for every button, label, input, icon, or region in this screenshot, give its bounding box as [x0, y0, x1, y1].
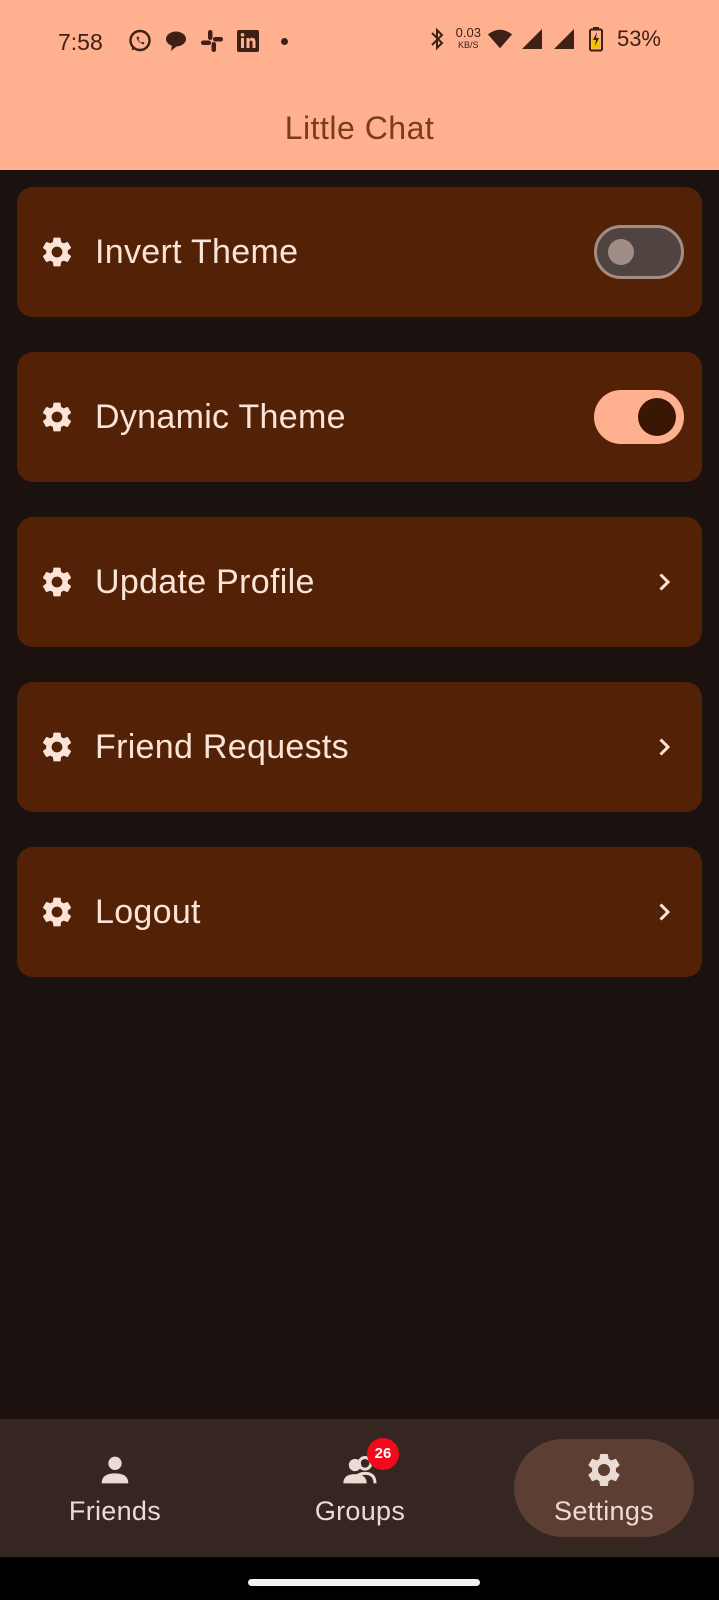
setting-label: Logout — [95, 892, 201, 931]
nav-settings[interactable]: Settings — [514, 1419, 694, 1557]
toggle-knob — [638, 398, 676, 436]
setting-label: Friend Requests — [95, 727, 349, 766]
net-speed-unit: KB/S — [458, 40, 479, 50]
status-bar: 7:58 0.03 KB/S 53% — [0, 0, 719, 86]
bluetooth-icon — [424, 26, 450, 52]
gear-icon — [39, 399, 75, 435]
nav-friends[interactable]: Friends — [45, 1419, 185, 1557]
signal-icon-2 — [551, 26, 577, 52]
status-indicators: 0.03 KB/S 53% — [424, 26, 661, 52]
battery-percent: 53% — [616, 26, 661, 51]
nav-label: Settings — [554, 1495, 654, 1526]
gear-icon — [39, 729, 75, 765]
group-icon: 26 — [340, 1437, 399, 1490]
toggle-knob — [608, 239, 634, 265]
gear-icon — [584, 1450, 624, 1490]
wifi-icon — [487, 26, 513, 52]
dynamic-theme-toggle[interactable] — [594, 390, 684, 444]
bottom-navigation: Friends 26 Groups Settings — [0, 1419, 719, 1557]
net-speed: 0.03 KB/S — [456, 26, 481, 52]
setting-friend-requests[interactable]: Friend Requests — [17, 682, 702, 812]
notification-icons — [127, 28, 288, 54]
nav-label: Groups — [314, 1495, 406, 1526]
person-icon — [95, 1450, 135, 1490]
invert-theme-toggle[interactable] — [594, 225, 684, 279]
chevron-right-icon — [652, 735, 676, 759]
chevron-right-icon — [652, 900, 676, 924]
battery-charging-icon — [583, 26, 609, 52]
setting-label: Dynamic Theme — [95, 397, 346, 436]
chat-bubble-icon — [163, 28, 189, 54]
net-speed-value: 0.03 — [455, 25, 481, 40]
gear-icon — [39, 894, 75, 930]
setting-dynamic-theme[interactable]: Dynamic Theme — [17, 352, 702, 482]
nav-label: Friends — [68, 1495, 162, 1526]
app-bar: Little Chat — [0, 86, 719, 170]
setting-update-profile[interactable]: Update Profile — [17, 517, 702, 647]
slack-icon — [199, 28, 225, 54]
home-indicator[interactable] — [248, 1579, 480, 1586]
nav-groups[interactable]: 26 Groups — [290, 1419, 430, 1557]
groups-badge: 26 — [367, 1437, 399, 1470]
gear-icon — [39, 234, 75, 270]
setting-label: Invert Theme — [95, 232, 299, 271]
whatsapp-icon — [127, 28, 153, 54]
setting-logout[interactable]: Logout — [17, 847, 702, 977]
setting-label: Update Profile — [95, 562, 315, 601]
setting-invert-theme[interactable]: Invert Theme — [17, 187, 702, 317]
linkedin-icon — [235, 28, 261, 54]
gear-icon — [39, 564, 75, 600]
more-notifications-dot — [281, 37, 288, 45]
settings-list: Invert Theme Dynamic Theme Update Profil… — [17, 187, 702, 1012]
signal-icon — [519, 26, 545, 52]
status-time: 7:58 — [58, 29, 103, 55]
chevron-right-icon — [652, 570, 676, 594]
app-title: Little Chat — [284, 109, 435, 146]
